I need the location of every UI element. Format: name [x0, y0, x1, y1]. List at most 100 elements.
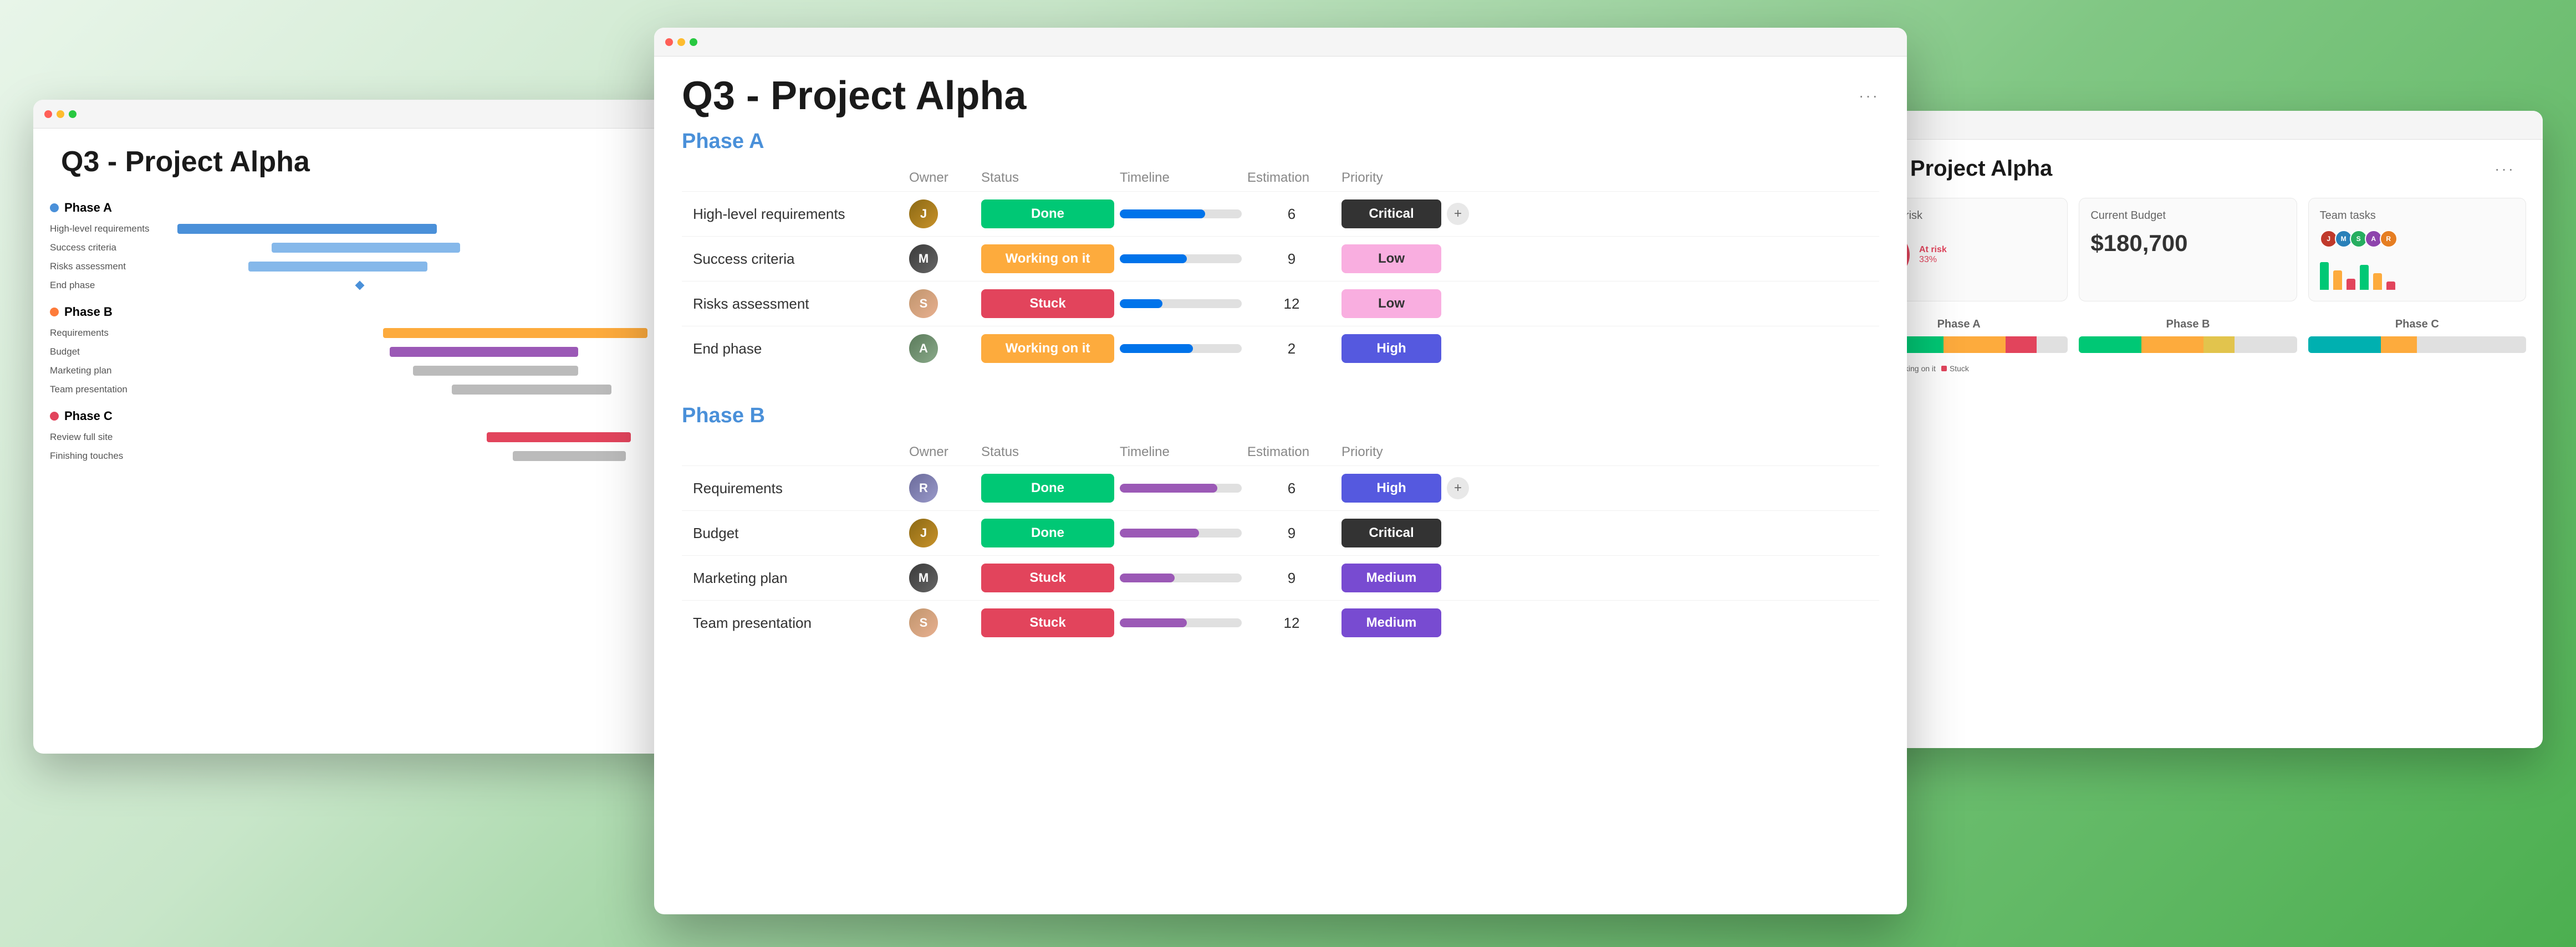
- working-segment: [2381, 336, 2417, 353]
- phase-b-stacked: [2079, 336, 2297, 353]
- left-window-title: Q3 - Project Alpha: [61, 145, 310, 178]
- table-row: Risks assessment S Stuck 12 Low: [682, 281, 1879, 326]
- avatar: R: [2380, 230, 2398, 248]
- status-badge[interactable]: Working on it: [981, 244, 1114, 273]
- right-more-button[interactable]: ···: [2495, 160, 2515, 178]
- table-row: Success criteria M Working on it 9 Low: [682, 236, 1879, 281]
- phase-c-dot: [50, 412, 59, 421]
- center-window: Q3 - Project Alpha ··· Phase A Owner Sta…: [654, 28, 1907, 914]
- add-column-icon[interactable]: +: [1447, 477, 1469, 499]
- avatar: J: [909, 519, 938, 547]
- col-owner-b: Owner: [909, 444, 976, 460]
- phase-a-heading: Phase A: [682, 130, 1879, 153]
- status-badge[interactable]: Done: [981, 519, 1114, 547]
- tl-red-center[interactable]: [665, 38, 673, 46]
- bar: [2360, 265, 2369, 290]
- stuck-segment: [2006, 336, 2037, 353]
- estimation: 6: [1247, 206, 1336, 223]
- table-header-b: Owner Status Timeline Estimation Priorit…: [682, 439, 1879, 465]
- budget-label: Current Budget: [2090, 209, 2285, 222]
- table-row: End phase A Working on it 2 High: [682, 326, 1879, 371]
- estimation: 9: [1247, 570, 1336, 587]
- right-window: Q3 - Project Alpha ··· Tasks at risk At …: [1833, 111, 2543, 748]
- bar: [2347, 279, 2355, 290]
- window-chrome-center: [654, 28, 1907, 57]
- estimation: 9: [1247, 250, 1336, 268]
- add-column-icon[interactable]: +: [1447, 203, 1469, 225]
- stuck-dot: [1941, 366, 1947, 371]
- timeline-bar: [1120, 618, 1242, 627]
- col-owner: Owner: [909, 170, 976, 186]
- bar: [2373, 273, 2382, 290]
- task-name: Risks assessment: [693, 295, 904, 313]
- priority-badge[interactable]: Medium: [1341, 564, 1441, 592]
- tl-green-left[interactable]: [69, 110, 76, 118]
- legend-stuck: Stuck: [1941, 364, 1969, 373]
- tl-yellow-left[interactable]: [57, 110, 64, 118]
- priority-badge[interactable]: High: [1341, 334, 1441, 363]
- window-chrome-right: [1833, 111, 2543, 140]
- priority-badge[interactable]: Critical: [1341, 199, 1441, 228]
- estimation: 6: [1247, 480, 1336, 497]
- estimation: 9: [1247, 525, 1336, 542]
- phase-a-dot: [50, 203, 59, 212]
- table-header-a: Owner Status Timeline Estimation Priorit…: [682, 165, 1879, 191]
- working-segment: [1944, 336, 2006, 353]
- table-row: Budget J Done 9 Critical: [682, 510, 1879, 555]
- avatar: S: [909, 608, 938, 637]
- timeline-bar: [1120, 529, 1242, 538]
- phase-b-label: Phase B: [2079, 318, 2297, 331]
- done-segment: [2079, 336, 2141, 353]
- task-name: Requirements: [693, 480, 904, 497]
- tl-green-center[interactable]: [690, 38, 697, 46]
- priority-badge[interactable]: Medium: [1341, 608, 1441, 637]
- status-badge[interactable]: Stuck: [981, 289, 1114, 318]
- phase-b-dot: [50, 308, 59, 316]
- avatar: R: [909, 474, 938, 503]
- center-window-title: Q3 - Project Alpha: [682, 73, 1026, 119]
- priority-badge[interactable]: Low: [1341, 289, 1441, 318]
- current-budget-card: Current Budget $180,700: [2079, 198, 2297, 301]
- status-badge[interactable]: Done: [981, 199, 1114, 228]
- budget-value: $180,700: [2090, 230, 2285, 257]
- status-badge[interactable]: Done: [981, 474, 1114, 503]
- task-name: End phase: [693, 340, 904, 357]
- empty-segment: [2235, 336, 2297, 353]
- status-badge[interactable]: Stuck: [981, 608, 1114, 637]
- status-badge[interactable]: Stuck: [981, 564, 1114, 592]
- timeline-bar: [1120, 254, 1242, 263]
- avatar: M: [909, 564, 938, 592]
- tl-yellow-center[interactable]: [677, 38, 685, 46]
- avatar: J: [909, 199, 938, 228]
- priority-badge[interactable]: Critical: [1341, 519, 1441, 547]
- timeline-bar: [1120, 484, 1242, 493]
- tl-red-left[interactable]: [44, 110, 52, 118]
- center-content: Phase A Owner Status Timeline Estimation…: [654, 130, 1907, 645]
- bar: [2386, 281, 2395, 290]
- col-priority-b: Priority: [1341, 444, 1441, 460]
- table-row: Requirements R Done 6 High +: [682, 465, 1879, 510]
- timeline-bar: [1120, 209, 1242, 218]
- col-timeline: Timeline: [1120, 170, 1242, 186]
- col-timeline-b: Timeline: [1120, 444, 1242, 460]
- bar: [2333, 270, 2342, 290]
- center-more-button[interactable]: ···: [1859, 87, 1879, 105]
- phase-c-bar-section: [2308, 336, 2526, 353]
- phase-a-section: Phase A Owner Status Timeline Estimation…: [682, 130, 1879, 371]
- status-badge[interactable]: Working on it: [981, 334, 1114, 363]
- col-estimation-b: Estimation: [1247, 444, 1336, 460]
- priority-badge[interactable]: High: [1341, 474, 1441, 503]
- task-name: Marketing plan: [693, 570, 904, 587]
- estimation: 2: [1247, 340, 1336, 357]
- priority-badge[interactable]: Low: [1341, 244, 1441, 273]
- phase-b-section: Phase B Owner Status Timeline Estimation…: [682, 404, 1879, 645]
- empty-segment: [2417, 336, 2526, 353]
- phase-c-label: Phase C: [2308, 318, 2526, 331]
- col-estimation: Estimation: [1247, 170, 1336, 186]
- right-window-header: Q3 - Project Alpha ···: [1833, 140, 2543, 192]
- working-segment: [2141, 336, 2203, 353]
- avatar: M: [909, 244, 938, 273]
- dashboard-top-row: Tasks at risk At risk 33% Current Budget: [1850, 198, 2526, 301]
- task-name: Team presentation: [693, 615, 904, 632]
- timeline-bar: [1120, 574, 1242, 582]
